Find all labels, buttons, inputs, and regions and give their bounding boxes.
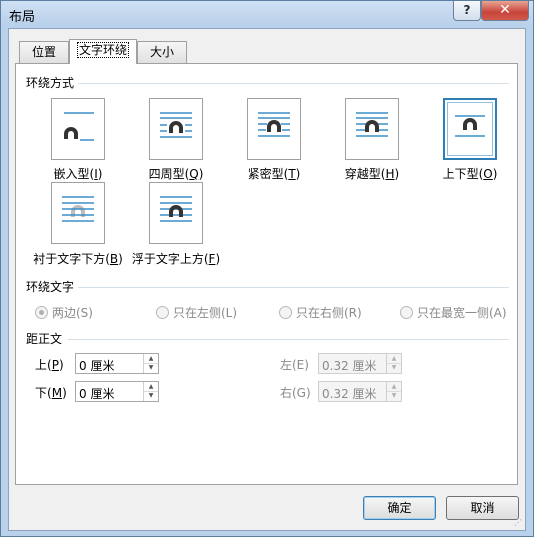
wrap-style-divider	[78, 83, 509, 84]
wrap-through-button[interactable]	[345, 98, 399, 160]
close-button[interactable]: ✕	[481, 1, 529, 21]
resize-grip-icon[interactable]: ⋰	[514, 519, 524, 529]
distance-bottom-arrows: ▲ ▼	[143, 382, 158, 401]
wrap-inline-button[interactable]	[51, 98, 105, 160]
cancel-button[interactable]: 取消	[446, 496, 519, 520]
wrap-square-icon	[160, 112, 192, 138]
wrap-behind-text-button[interactable]	[51, 182, 105, 244]
distance-top-spinner[interactable]: 0 厘米 ▲ ▼	[75, 353, 159, 374]
wrap-inline-icon	[64, 112, 94, 141]
distance-top-label: 上(P)	[35, 358, 64, 372]
distance-bottom-label: 下(M)	[35, 386, 67, 400]
tab-position-label: 位置	[31, 45, 56, 59]
wrap-through-label: 穿越型(H)	[344, 167, 400, 181]
distance-top-arrows: ▲ ▼	[143, 354, 158, 373]
radio-left-only-dot	[156, 306, 169, 319]
distance-left-value[interactable]: 0.32 厘米	[322, 357, 377, 374]
distance-bottom-spinner[interactable]: 0 厘米 ▲ ▼	[75, 381, 159, 402]
title-bar[interactable]: 布局 ? ✕	[1, 1, 533, 27]
tab-text-wrapping[interactable]: 文字环绕	[69, 39, 137, 64]
dialog-client: 位置 文字环绕 大小 环绕方式 嵌入型(I) 四周型(Q) 紧密型(T) 穿越型…	[8, 28, 526, 531]
distance-right-value[interactable]: 0.32 厘米	[322, 385, 377, 402]
wrap-text-title: 环绕文字	[26, 280, 75, 294]
wrap-inline-label: 嵌入型(I)	[53, 167, 103, 181]
distance-left-down-arrow-icon[interactable]: ▼	[387, 363, 401, 372]
distance-bottom-value[interactable]: 0 厘米	[79, 385, 114, 402]
wrap-behind-text-icon	[62, 196, 94, 222]
distance-top-value[interactable]: 0 厘米	[79, 357, 114, 374]
radio-largest-only[interactable]: 只在最宽一侧(A)	[400, 304, 507, 321]
text-wrapping-panel: 环绕方式 嵌入型(I) 四周型(Q) 紧密型(T) 穿越型(H) 上下型(O) …	[15, 63, 518, 485]
distance-left-spinner[interactable]: 0.32 厘米 ▲ ▼	[318, 353, 402, 374]
wrap-through-icon	[356, 112, 388, 137]
tab-text-wrapping-label: 文字环绕	[76, 42, 129, 58]
wrap-in-front-icon	[160, 196, 192, 222]
wrap-tight-icon	[258, 112, 290, 137]
radio-right-only[interactable]: 只在右侧(R)	[279, 304, 362, 321]
distance-left-label: 左(E)	[280, 358, 309, 372]
wrap-behind-text-label: 衬于文字下方(B)	[33, 252, 123, 266]
distance-right-label: 右(G)	[280, 386, 311, 400]
distance-right-arrows: ▲ ▼	[386, 382, 401, 401]
radio-both-sides-dot	[35, 306, 48, 319]
wrap-top-bottom-icon	[455, 115, 485, 137]
help-button[interactable]: ?	[453, 1, 481, 21]
distance-divider	[68, 339, 509, 340]
radio-largest-only-dot	[400, 306, 413, 319]
tab-size[interactable]: 大小	[137, 41, 187, 63]
wrap-square-button[interactable]	[149, 98, 203, 160]
distance-right-down-arrow-icon[interactable]: ▼	[387, 391, 401, 400]
wrap-tight-label: 紧密型(T)	[247, 167, 301, 181]
tab-position[interactable]: 位置	[19, 41, 69, 63]
distance-right-spinner[interactable]: 0.32 厘米 ▲ ▼	[318, 381, 402, 402]
layout-dialog: 布局 ? ✕ 位置 文字环绕 大小 环绕方式 嵌入型(I) 四周型(Q) 紧密型…	[0, 0, 534, 537]
distance-top-down-arrow-icon[interactable]: ▼	[144, 363, 158, 372]
wrap-in-front-label: 浮于文字上方(F)	[131, 252, 221, 266]
wrap-top-bottom-label: 上下型(O)	[442, 167, 498, 181]
window-title: 布局	[9, 10, 36, 25]
distance-left-arrows: ▲ ▼	[386, 354, 401, 373]
wrap-style-title: 环绕方式	[26, 76, 75, 90]
distance-bottom-down-arrow-icon[interactable]: ▼	[144, 391, 158, 400]
wrap-in-front-button[interactable]	[149, 182, 203, 244]
radio-right-only-dot	[279, 306, 292, 319]
wrap-square-label: 四周型(Q)	[148, 167, 204, 181]
ok-button[interactable]: 确定	[363, 496, 436, 520]
wrap-text-divider	[78, 287, 509, 288]
wrap-tight-button[interactable]	[247, 98, 301, 160]
tab-size-label: 大小	[149, 45, 174, 59]
distance-title: 距正文	[26, 332, 63, 346]
radio-both-sides[interactable]: 两边(S)	[35, 304, 93, 321]
radio-left-only[interactable]: 只在左侧(L)	[156, 304, 237, 321]
wrap-top-bottom-button[interactable]	[443, 98, 497, 160]
